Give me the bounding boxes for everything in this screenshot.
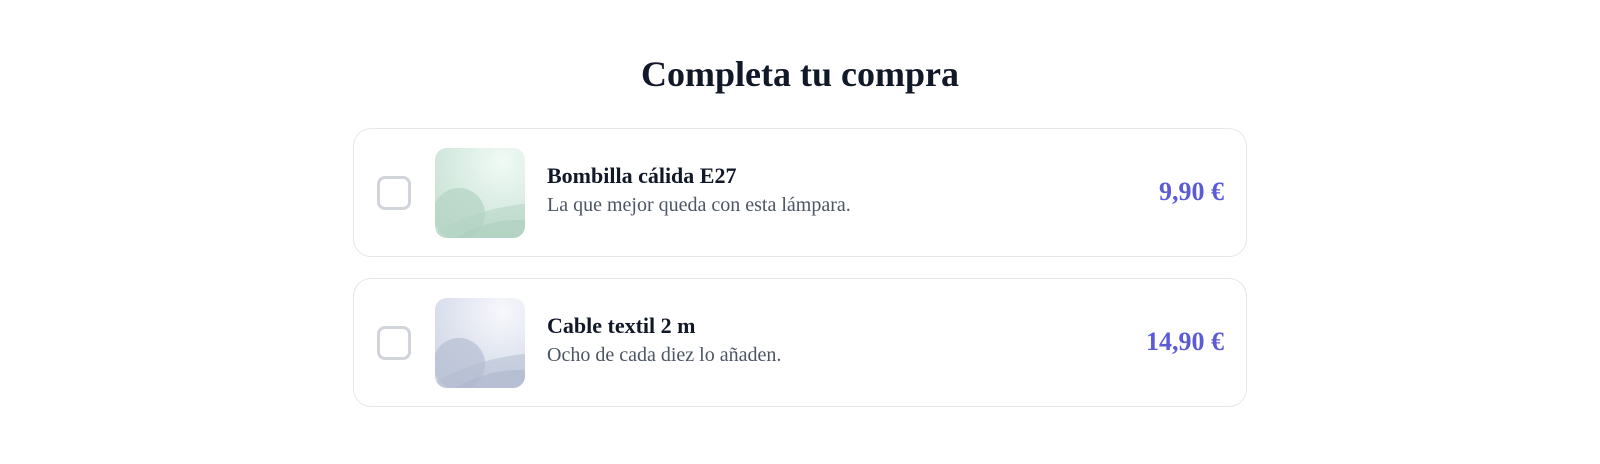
checkout-page: Completa tu compra Bombilla cálida E27 L… <box>0 0 1600 464</box>
product-image <box>435 148 525 238</box>
product-image-placeholder-icon <box>435 148 525 238</box>
product-checkbox[interactable] <box>377 176 411 210</box>
product-info: Bombilla cálida E27 La que mejor queda c… <box>547 162 851 220</box>
product-image <box>435 298 525 388</box>
product-description: Ocho de cada diez lo añaden. <box>547 344 782 366</box>
page-title: Completa tu compra <box>641 54 959 94</box>
product-image-placeholder-icon <box>435 298 525 388</box>
product-checkbox[interactable] <box>377 326 411 360</box>
product-list: Bombilla cálida E27 La que mejor queda c… <box>353 128 1249 428</box>
product-price: 9,90 € <box>1159 177 1224 206</box>
product-name: Cable textil 2 m <box>547 313 696 338</box>
product-card[interactable]: Cable textil 2 m Ocho de cada diez lo añ… <box>353 278 1247 407</box>
product-card[interactable]: Bombilla cálida E27 La que mejor queda c… <box>353 128 1247 257</box>
product-price: 14,90 € <box>1146 327 1224 356</box>
product-info: Cable textil 2 m Ocho de cada diez lo añ… <box>547 312 781 370</box>
product-name: Bombilla cálida E27 <box>547 163 737 188</box>
product-description: La que mejor queda con esta lámpara. <box>547 194 851 216</box>
